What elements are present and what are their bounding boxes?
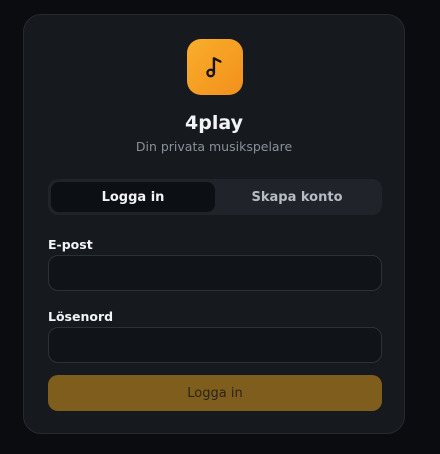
login-button[interactable]: Logga in: [48, 375, 382, 411]
login-card: 4play Din privata musikspelare Logga in …: [23, 14, 405, 434]
music-note-icon: [206, 57, 222, 78]
auth-tabs: Logga in Skapa konto: [48, 179, 382, 215]
tab-login[interactable]: Logga in: [51, 182, 215, 212]
email-label: E-post: [48, 237, 93, 252]
app-name: 4play: [185, 112, 243, 134]
app-logo: [187, 39, 243, 95]
email-field[interactable]: [48, 255, 382, 291]
tab-create-account[interactable]: Skapa konto: [215, 182, 379, 212]
password-label: Lösenord: [48, 309, 114, 324]
password-field[interactable]: [48, 327, 382, 363]
app-tagline: Din privata musikspelare: [135, 139, 293, 154]
